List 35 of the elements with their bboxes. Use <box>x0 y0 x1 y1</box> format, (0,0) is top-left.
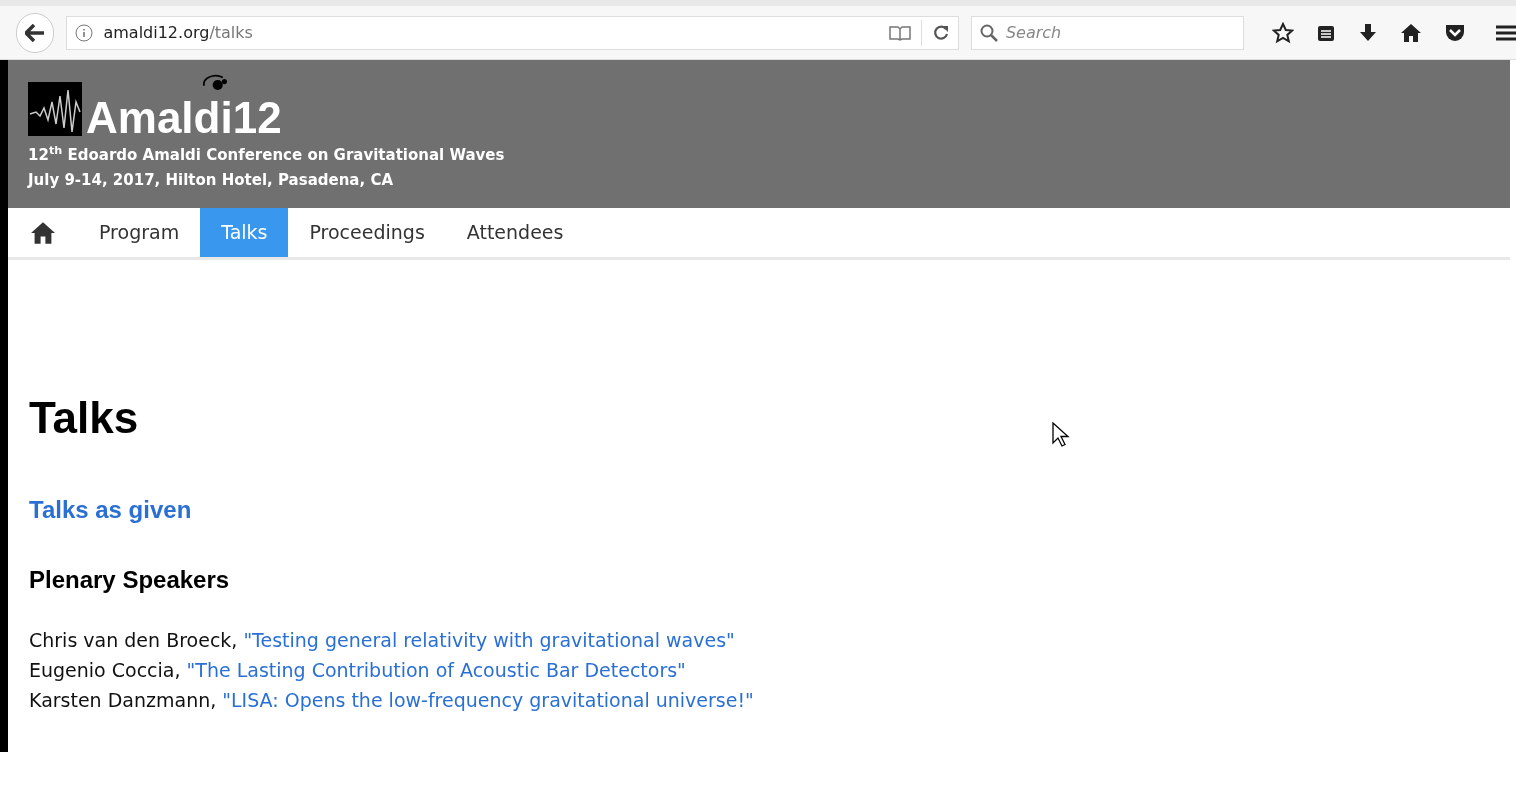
nav-tab[interactable]: Proceedings <box>288 208 446 257</box>
back-arrow-icon <box>25 23 46 42</box>
home-icon <box>29 220 57 245</box>
download-icon[interactable] <box>1358 22 1378 43</box>
talk-title-link[interactable]: "Testing general relativity with gravitational waves" <box>243 629 735 651</box>
nav-tab[interactable]: Program <box>78 208 201 257</box>
talks-link[interactable]: Talks as given <box>29 492 192 528</box>
conference-dates: July 9-14, 2017, Hilton Hotel, Pasadena, CA <box>28 169 395 191</box>
speaker-name: Karsten Danzmann, <box>29 689 217 711</box>
talk-title-link[interactable]: "The Lasting Contribution of Acoustic Bar Detectors" <box>186 659 686 681</box>
reader-view-icon[interactable] <box>888 24 911 41</box>
nav-tab[interactable]: Talks <box>200 208 289 257</box>
menu-icon[interactable] <box>1496 23 1516 42</box>
reload-icon[interactable] <box>931 23 950 42</box>
mouse-pointer-icon <box>1052 422 1070 448</box>
page-heading: Talks <box>29 396 139 440</box>
search-icon <box>979 23 998 42</box>
home-icon[interactable] <box>1400 22 1422 43</box>
search-placeholder: Search <box>1005 21 1062 44</box>
speaker-name: Eugenio Coccia, <box>29 659 181 681</box>
info-icon <box>75 23 94 42</box>
waveform-logo-icon <box>28 82 82 136</box>
shield-icon[interactable] <box>1444 22 1466 43</box>
star-icon[interactable] <box>1272 21 1294 44</box>
conference-title: 12$^{th}$ Edoardo Amaldi Conference on Gravitational Waves <box>28 144 506 166</box>
back-button[interactable] <box>16 12 55 53</box>
search-field[interactable]: Search <box>970 15 1244 50</box>
nav-tab[interactable]: Attendees <box>445 208 585 257</box>
address-field[interactable]: amaldi12.org/talks <box>66 15 959 50</box>
url-path: /talks <box>209 22 253 42</box>
site-logo-text: Amaldi12 <box>86 98 282 138</box>
section-heading: Plenary Speakers <box>29 565 230 595</box>
url-host: amaldi12.org <box>103 22 210 42</box>
talk-title-link[interactable]: "LISA: Opens the low-frequency gravitational universe!" <box>222 689 754 711</box>
speaker-name: Chris van den Broeck, <box>29 629 238 651</box>
